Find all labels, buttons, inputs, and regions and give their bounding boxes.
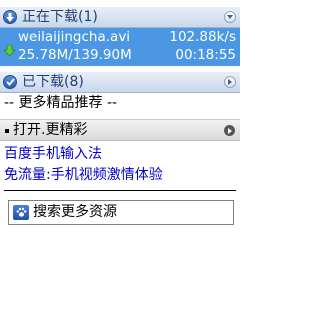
link-baidu-input[interactable]: 百度手机输入法 xyxy=(4,145,102,164)
bullet-icon xyxy=(5,129,9,133)
downloading-section-header[interactable]: 正在下载(1) xyxy=(0,7,240,28)
download-item[interactable]: weilaijingcha.avi 102.88k/s 25.78M/139.9… xyxy=(0,28,240,66)
chevron-right-icon xyxy=(224,125,235,136)
downloading-section-title: 正在下载(1) xyxy=(22,9,98,25)
chevron-right-icon[interactable] xyxy=(224,76,236,88)
search-more-label: 搜索更多资源 xyxy=(33,204,117,220)
divider xyxy=(4,190,236,191)
downloaded-section-title: 已下载(8) xyxy=(22,74,84,90)
open-more-label: 打开.更精彩 xyxy=(13,122,88,138)
downloaded-section-header[interactable]: 已下载(8) xyxy=(0,72,240,93)
green-down-arrow-icon xyxy=(3,41,16,60)
link-free-video[interactable]: 免流量:手机视频激情体验 xyxy=(4,166,163,185)
open-more-bar[interactable]: 打开.更精彩 xyxy=(0,119,240,141)
download-time-remaining: 00:18:55 xyxy=(175,47,236,63)
more-recommend-heading: -- 更多精品推荐 -- xyxy=(4,95,118,111)
download-filename: weilaijingcha.avi xyxy=(18,29,131,45)
chevron-down-icon[interactable] xyxy=(224,11,236,23)
paw-search-icon xyxy=(13,205,29,220)
search-more-button[interactable]: 搜索更多资源 xyxy=(8,200,234,225)
check-circle-icon xyxy=(3,75,17,89)
download-size: 25.78M/139.90M xyxy=(18,47,132,63)
download-circle-icon xyxy=(3,10,17,24)
download-speed: 102.88k/s xyxy=(169,29,236,45)
